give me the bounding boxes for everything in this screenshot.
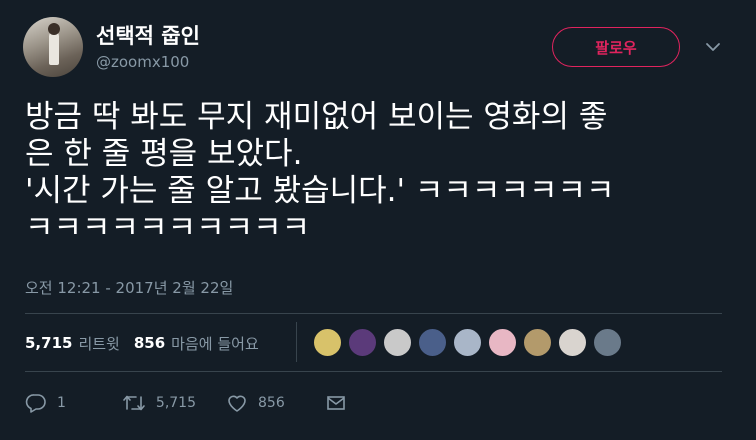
reply-count: 1 — [57, 395, 66, 411]
chevron-down-icon[interactable] — [704, 40, 722, 54]
tweet-line: 은 한 줄 평을 보았다. — [25, 136, 303, 172]
retweet-count: 5,715 — [155, 395, 197, 411]
display-name[interactable]: 선택적 줍인 — [96, 20, 200, 50]
likes-count[interactable]: 856 — [134, 334, 165, 352]
user-handle[interactable]: @zoomx100 — [96, 53, 189, 71]
liker-avatar[interactable] — [453, 328, 482, 357]
liker-avatar[interactable] — [313, 328, 342, 357]
like-action[interactable]: 856 — [226, 393, 285, 413]
reply-action[interactable]: 1 — [25, 393, 66, 413]
retweets-label[interactable]: 리트윗 — [78, 333, 119, 354]
liker-avatar[interactable] — [558, 328, 587, 357]
tweet-timestamp[interactable]: 오전 12:21 - 2017년 2월 22일 — [25, 277, 233, 298]
retweets-count[interactable]: 5,715 — [25, 334, 72, 352]
stats-divider — [296, 322, 297, 362]
tweet-line: '시간 가는 줄 알고 봤습니다.' ㅋㅋㅋㅋㅋㅋㅋ — [25, 173, 615, 209]
liker-avatar[interactable] — [383, 328, 412, 357]
liker-avatar[interactable] — [593, 328, 622, 357]
likes-label[interactable]: 마음에 들어요 — [171, 333, 259, 354]
tweet-line: ㅋㅋㅋㅋㅋㅋㅋㅋㅋㅋ — [25, 210, 311, 246]
divider — [25, 313, 722, 314]
liker-avatars — [313, 328, 628, 357]
retweet-icon[interactable] — [122, 393, 146, 413]
tweet-line: 방금 딱 봐도 무지 재미없어 보이는 영화의 좋 — [25, 99, 608, 135]
reply-icon[interactable] — [25, 393, 47, 413]
retweet-action[interactable]: 5,715 — [122, 393, 196, 413]
avatar-head — [48, 23, 60, 35]
heart-icon[interactable] — [226, 393, 248, 413]
direct-message-action[interactable] — [325, 393, 347, 413]
tweet-actions: 1 5,715 856 — [25, 392, 347, 414]
tweet-stats: 5,715 리트윗 856 마음에 들어요 — [25, 331, 273, 355]
liker-avatar[interactable] — [523, 328, 552, 357]
tweet-text: 방금 딱 봐도 무지 재미없어 보이는 영화의 좋 은 한 줄 평을 보았다. … — [25, 99, 735, 247]
liker-avatar[interactable] — [348, 328, 377, 357]
liker-avatar[interactable] — [418, 328, 447, 357]
like-count: 856 — [258, 395, 285, 411]
avatar[interactable] — [23, 17, 83, 77]
direct-message-icon[interactable] — [325, 393, 347, 413]
liker-avatar[interactable] — [488, 328, 517, 357]
divider — [25, 371, 722, 372]
follow-button[interactable]: 팔로우 — [552, 27, 680, 67]
avatar-figure — [49, 31, 59, 65]
